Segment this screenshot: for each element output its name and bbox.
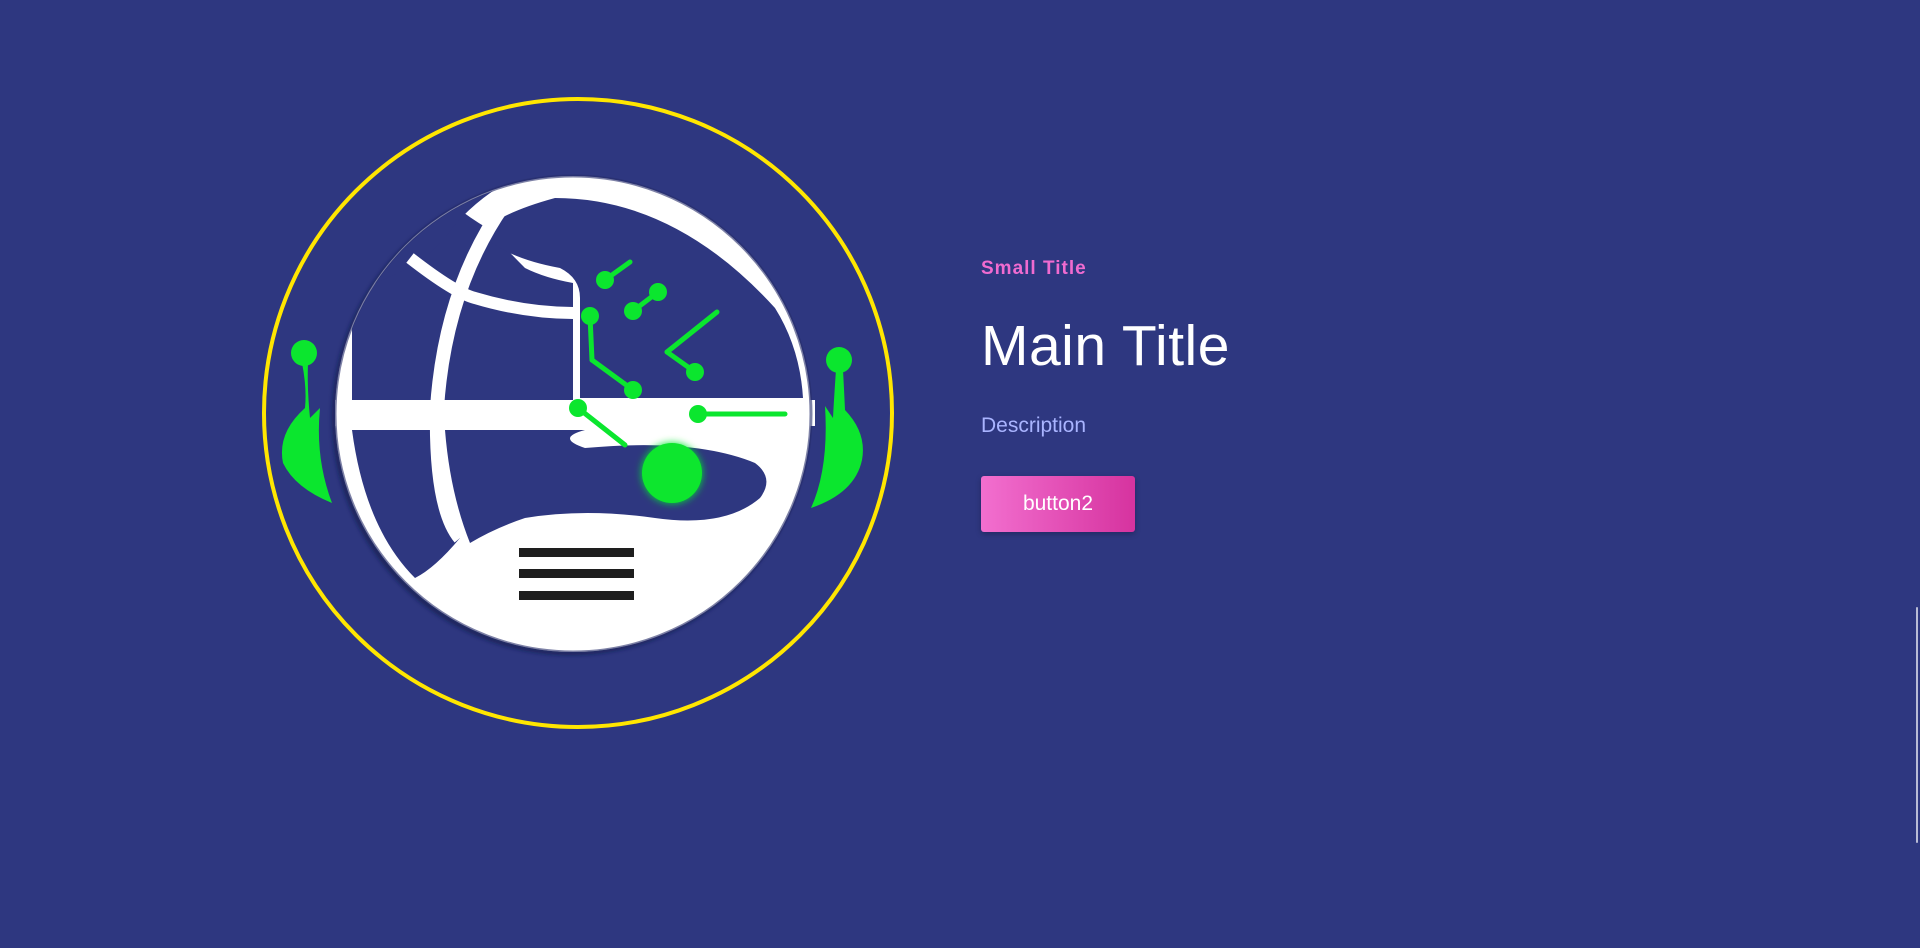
primary-button[interactable]: button2	[981, 475, 1135, 532]
hero-section: Small Title Main Title Description butto…	[0, 0, 1920, 948]
scrollbar-thumb[interactable]	[1916, 607, 1918, 843]
globe-network-icon	[255, 88, 905, 738]
scrollbar[interactable]	[1914, 0, 1920, 948]
description: Description	[981, 413, 1087, 437]
hero-content: Small Title Main Title Description butto…	[981, 258, 1581, 532]
small-title: Small Title	[981, 258, 1087, 279]
menu-lines	[519, 548, 634, 600]
status-dot	[642, 443, 702, 503]
main-title: Main Title	[981, 314, 1230, 378]
